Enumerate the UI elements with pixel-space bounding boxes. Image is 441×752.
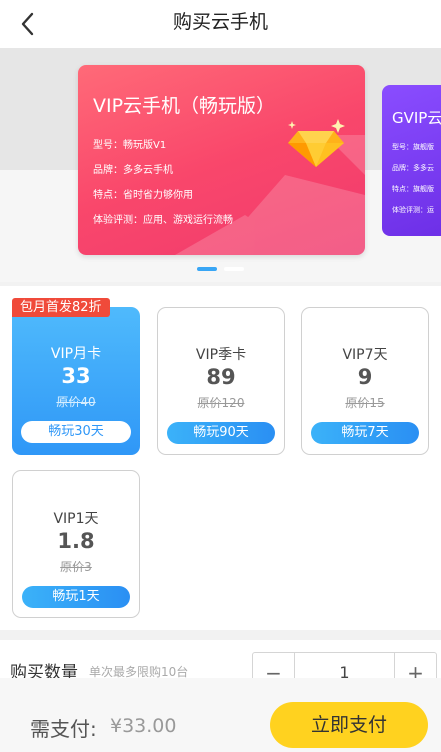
vip-card-model: 型号：畅玩版V1 bbox=[93, 140, 167, 151]
package-card-vip-quarter[interactable]: VIP季卡 89 原价120 畅玩90天 bbox=[157, 307, 285, 455]
quantity-row: 购买数量 单次最多限购10台 − 1 + bbox=[0, 640, 441, 678]
package-original-price: 原价120 bbox=[197, 396, 245, 410]
gvip-card-brand: 品牌：多多云 bbox=[392, 164, 434, 172]
quantity-value[interactable]: 1 bbox=[296, 653, 393, 678]
package-card-vip-7day[interactable]: VIP7天 9 原价15 畅玩7天 bbox=[301, 307, 429, 455]
package-price: 1.8 bbox=[57, 529, 95, 553]
quantity-limit-hint: 单次最多限购10台 bbox=[89, 665, 189, 678]
phone-type-carousel[interactable]: VIP云手机（畅玩版） 型号：畅玩版V1 品牌：多多云手机 特点：省时省力够你用… bbox=[0, 48, 441, 282]
package-original-price: 原价15 bbox=[345, 396, 385, 410]
diamond-icon bbox=[288, 119, 345, 167]
package-name: VIP1天 bbox=[53, 511, 99, 527]
package-original-price: 原价3 bbox=[60, 560, 92, 574]
increase-button[interactable]: + bbox=[394, 653, 436, 678]
package-price: 89 bbox=[206, 365, 236, 389]
gvip-card-name: GVIP云 bbox=[392, 109, 441, 127]
gvip-card-feature: 特点：旗舰版 bbox=[392, 185, 434, 193]
vip-phone-card[interactable]: VIP云手机（畅玩版） 型号：畅玩版V1 品牌：多多云手机 特点：省时省力够你用… bbox=[78, 65, 365, 255]
pay-label: 需支付: bbox=[30, 717, 97, 741]
package-original-price: 原价40 bbox=[56, 395, 96, 409]
gvip-phone-card[interactable]: GVIP云 型号：旗舰版 品牌：多多云 特点：旗舰版 体验评测：运 bbox=[382, 85, 441, 236]
vip-card-review: 体验评测：应用、游戏运行流畅 bbox=[93, 215, 233, 226]
vip-card-name: VIP云手机（畅玩版） bbox=[93, 95, 276, 117]
quantity-label: 购买数量 bbox=[10, 663, 78, 678]
package-duration-button[interactable]: 畅玩90天 bbox=[167, 422, 275, 444]
package-price: 33 bbox=[61, 364, 91, 388]
promo-badge: 包月首发82折 bbox=[12, 298, 110, 317]
package-duration-button[interactable]: 畅玩7天 bbox=[311, 422, 419, 444]
package-duration-button[interactable]: 畅玩1天 bbox=[22, 586, 130, 608]
vip-card-brand: 品牌：多多云手机 bbox=[93, 165, 173, 176]
top-bar: 购买云手机 bbox=[0, 0, 441, 48]
vip-card-feature: 特点：省时省力够你用 bbox=[93, 190, 193, 201]
quantity-stepper: − 1 + bbox=[252, 652, 437, 678]
package-grid: 包月首发82折 VIP月卡 33 原价40 畅玩30天 VIP季卡 89 原价1… bbox=[0, 286, 441, 630]
package-card-vip-month[interactable]: VIP月卡 33 原价40 畅玩30天 bbox=[12, 307, 140, 455]
decrease-button[interactable]: − bbox=[253, 653, 295, 678]
package-price: 9 bbox=[357, 365, 373, 389]
gvip-card-model: 型号：旗舰版 bbox=[392, 143, 434, 151]
package-card-vip-1day[interactable]: VIP1天 1.8 原价3 畅玩1天 bbox=[12, 470, 140, 618]
pay-now-button[interactable]: 立即支付 bbox=[270, 702, 428, 748]
checkout-bar: 需支付: ¥33.00 立即支付 bbox=[0, 678, 441, 752]
page-title: 购买云手机 bbox=[172, 11, 268, 33]
carousel-dot-active[interactable] bbox=[197, 267, 217, 271]
package-name: VIP季卡 bbox=[195, 347, 247, 363]
carousel-dot[interactable] bbox=[224, 267, 244, 271]
gvip-card-review: 体验评测：运 bbox=[392, 206, 434, 214]
package-name: VIP月卡 bbox=[50, 346, 102, 362]
package-duration-button[interactable]: 畅玩30天 bbox=[21, 421, 131, 443]
pay-amount: ¥33.00 bbox=[110, 715, 177, 737]
package-name: VIP7天 bbox=[342, 347, 388, 363]
